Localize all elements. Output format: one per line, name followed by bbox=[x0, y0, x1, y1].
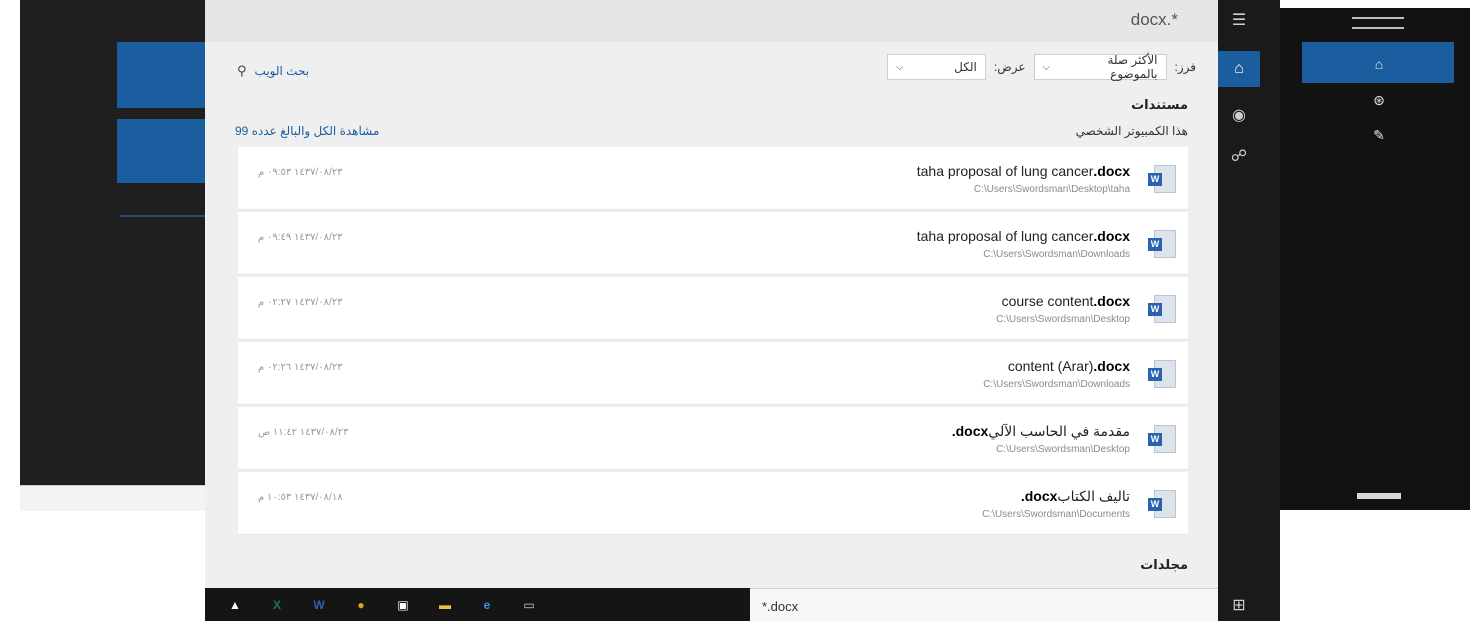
edge-icon[interactable]: e bbox=[477, 595, 497, 615]
see-all-link[interactable]: مشاهدة الكل والبالغ عدده 99 bbox=[235, 124, 379, 138]
word-document-icon: W bbox=[1148, 360, 1176, 388]
file-date: ١٤٣٧/٠٨/٢٣ ٠٢:٢٦ م bbox=[258, 362, 343, 373]
file-date: ١٤٣٧/٠٨/٢٣ ٠٢:٢٧ م bbox=[258, 297, 343, 308]
file-path: C:\Users\Swordsman\Desktop\taha bbox=[973, 184, 1130, 195]
chevron-down-icon: ⌵ bbox=[1042, 61, 1051, 73]
panel-header: docx.* bbox=[205, 0, 1218, 42]
right-menu-panel bbox=[1280, 8, 1470, 510]
file-name: .docxمقدمة في الحاسب الآلي bbox=[951, 423, 1130, 439]
word-document-icon: W bbox=[1148, 230, 1176, 258]
sort-dropdown[interactable]: الأكثر صلة بالموضوع ⌵ bbox=[1033, 53, 1167, 81]
right-menu-footer bbox=[1357, 493, 1401, 499]
file-date: ١٤٣٧/٠٨/١٨ ١٠:٥٣ م bbox=[258, 492, 343, 503]
menu-handle-icon[interactable] bbox=[1352, 17, 1404, 29]
cortana-nav: ☰ ⌂ ◉ ☍ ⊞ bbox=[1218, 0, 1280, 621]
web-search-link[interactable]: بحث الويب ⚲ bbox=[237, 63, 309, 79]
hamburger-menu-icon[interactable]: ☰ bbox=[1218, 2, 1260, 38]
word-document-icon: W bbox=[1148, 295, 1176, 323]
task-view-icon[interactable]: ▭ bbox=[519, 595, 539, 615]
word-document-icon: W bbox=[1148, 425, 1176, 453]
sort-label: فرز: bbox=[1174, 60, 1197, 74]
search-box bbox=[750, 588, 1218, 621]
show-label: عرض: bbox=[993, 60, 1026, 74]
list-item[interactable]: W course content.docx C:\Users\Swordsman… bbox=[238, 277, 1188, 340]
filter-bar: فرز: الأكثر صلة بالموضوع ⌵ عرض: الكل ⌵ bbox=[886, 53, 1197, 81]
word-document-icon: W bbox=[1148, 165, 1176, 193]
file-date: ١٤٣٧/٠٨/٢٣ ٠٩:٥٣ م bbox=[258, 167, 343, 178]
file-path: C:\Users\Swordsman\Downloads bbox=[983, 379, 1130, 390]
background-statusbar bbox=[20, 485, 210, 511]
right-menu-icon[interactable]: ⊛ bbox=[1358, 92, 1400, 108]
chrome-icon[interactable]: ● bbox=[351, 595, 371, 615]
show-value: الكل bbox=[954, 60, 977, 74]
list-item[interactable]: W content (Arar).docx C:\Users\Swordsman… bbox=[238, 342, 1188, 405]
web-search-label: بحث الويب bbox=[254, 64, 310, 78]
background-divider bbox=[120, 215, 210, 217]
list-item[interactable]: W taha proposal of lung cancer.docx C:\U… bbox=[238, 212, 1188, 275]
excel-icon[interactable]: X bbox=[267, 595, 287, 615]
search-icon: ⚲ bbox=[237, 63, 247, 78]
results-list: W taha proposal of lung cancer.docx C:\U… bbox=[238, 147, 1188, 537]
home-icon[interactable]: ⌂ bbox=[1218, 51, 1260, 87]
list-item[interactable]: W taha proposal of lung cancer.docx C:\U… bbox=[238, 147, 1188, 210]
windows-start-icon[interactable]: ⊞ bbox=[1218, 587, 1260, 623]
search-results-panel: docx.* بحث الويب ⚲ فرز: الأكثر صلة بالمو… bbox=[205, 0, 1218, 621]
feedback-icon[interactable]: ☍ bbox=[1218, 138, 1260, 174]
file-name: taha proposal of lung cancer.docx bbox=[916, 228, 1130, 244]
file-path: C:\Users\Swordsman\Desktop bbox=[996, 314, 1130, 325]
file-name: .docxتاليف الكتاب bbox=[1020, 488, 1130, 504]
file-date: ١٤٣٧/٠٨/٢٣ ١١:٤٢ ص bbox=[258, 427, 349, 438]
sort-value: الأكثر صلة بالموضوع bbox=[1107, 53, 1158, 81]
file-name: content (Arar).docx bbox=[1007, 358, 1130, 374]
background-tile bbox=[117, 42, 210, 108]
list-item[interactable]: W .docxمقدمة في الحاسب الآلي C:\Users\Sw… bbox=[238, 407, 1188, 470]
right-menu-icon[interactable]: ✎ bbox=[1358, 127, 1400, 143]
file-path: C:\Users\Swordsman\Desktop bbox=[996, 444, 1130, 455]
file-date: ١٤٣٧/٠٨/٢٣ ٠٩:٤٩ م bbox=[258, 232, 343, 243]
chevron-down-icon: ⌵ bbox=[895, 61, 904, 73]
folders-heading: مجلدات bbox=[1140, 557, 1188, 572]
right-menu-icon[interactable]: ⌂ bbox=[1358, 56, 1400, 72]
file-explorer-icon[interactable]: ▬ bbox=[435, 595, 455, 615]
search-input[interactable] bbox=[760, 594, 1204, 618]
word-document-icon: W bbox=[1148, 490, 1176, 518]
documents-heading: مستندات bbox=[1131, 97, 1188, 112]
list-item[interactable]: W .docxتاليف الكتاب C:\Users\Swordsman\D… bbox=[238, 472, 1188, 535]
taskbar: ▲ X W ● ▣ ▬ e ▭ bbox=[205, 588, 750, 621]
store-icon[interactable]: ▣ bbox=[393, 595, 413, 615]
file-name: taha proposal of lung cancer.docx bbox=[916, 163, 1130, 179]
photos-icon[interactable]: ▲ bbox=[225, 595, 245, 615]
notebook-icon[interactable]: ◉ bbox=[1218, 97, 1260, 133]
file-path: C:\Users\Swordsman\Downloads bbox=[983, 249, 1130, 260]
file-name: course content.docx bbox=[1001, 293, 1130, 309]
background-tile bbox=[117, 119, 210, 183]
show-dropdown[interactable]: الكل ⌵ bbox=[886, 54, 986, 80]
file-path: C:\Users\Swordsman\Documents bbox=[982, 509, 1130, 520]
word-icon[interactable]: W bbox=[309, 595, 329, 615]
documents-source: هذا الكمبيوتر الشخصي bbox=[1075, 124, 1188, 138]
query-title: docx.* bbox=[1130, 10, 1178, 29]
